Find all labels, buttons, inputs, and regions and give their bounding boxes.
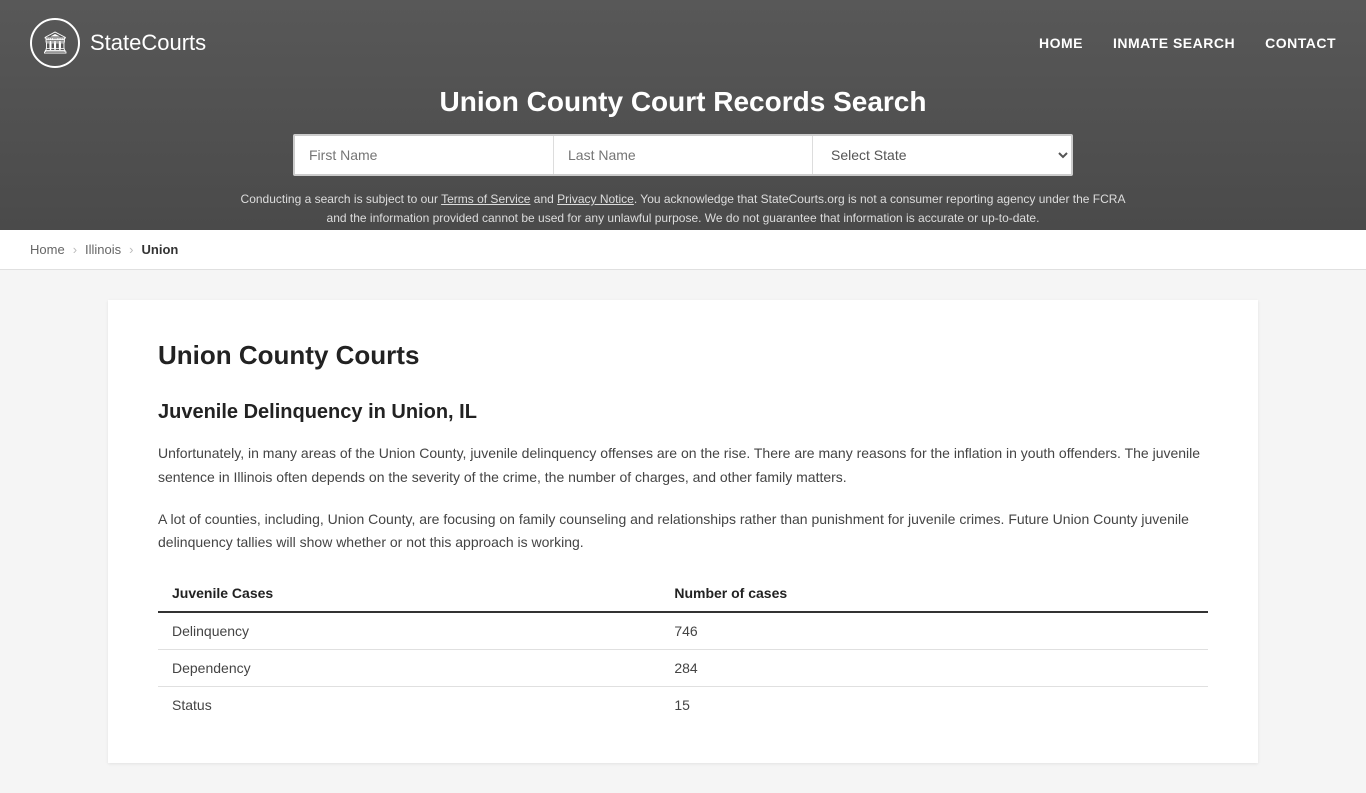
breadcrumb: Home › Illinois › Union	[0, 230, 1366, 270]
case-type: Delinquency	[158, 612, 660, 650]
table-col2-header: Number of cases	[660, 575, 1208, 612]
table-row: Delinquency 746	[158, 612, 1208, 650]
case-count: 284	[660, 650, 1208, 687]
logo-text: StateCourts	[90, 30, 206, 56]
table-row: Dependency 284	[158, 650, 1208, 687]
breadcrumb-county: Union	[142, 242, 179, 257]
breadcrumb-sep-1: ›	[73, 242, 77, 257]
header-content: Union County Court Records Search Select…	[0, 86, 1366, 230]
paragraph-1: Unfortunately, in many areas of the Unio…	[158, 442, 1208, 490]
logo-icon: 🏛	[30, 18, 80, 68]
case-count: 15	[660, 687, 1208, 724]
nav-links: HOME INMATE SEARCH CONTACT	[1039, 35, 1336, 51]
disclaimer: Conducting a search is subject to our Te…	[233, 190, 1133, 228]
terms-link[interactable]: Terms of Service	[441, 192, 530, 206]
first-name-input[interactable]	[295, 136, 554, 174]
subsection-title: Juvenile Delinquency in Union, IL	[158, 401, 1208, 424]
page-title: Union County Court Records Search	[440, 86, 927, 118]
case-count: 746	[660, 612, 1208, 650]
breadcrumb-sep-2: ›	[129, 242, 133, 257]
case-type: Status	[158, 687, 660, 724]
last-name-input[interactable]	[554, 136, 813, 174]
logo[interactable]: 🏛 StateCourts	[30, 18, 206, 68]
top-nav: 🏛 StateCourts HOME INMATE SEARCH CONTACT	[0, 0, 1366, 86]
header: 🏛 StateCourts HOME INMATE SEARCH CONTACT…	[0, 0, 1366, 230]
paragraph-2: A lot of counties, including, Union Coun…	[158, 508, 1208, 556]
nav-contact[interactable]: CONTACT	[1265, 35, 1336, 51]
state-select[interactable]: Select State Alabama Illinois Texas	[813, 136, 1071, 174]
juvenile-cases-table: Juvenile Cases Number of cases Delinquen…	[158, 575, 1208, 723]
nav-inmate-search[interactable]: INMATE SEARCH	[1113, 35, 1235, 51]
case-type: Dependency	[158, 650, 660, 687]
breadcrumb-state[interactable]: Illinois	[85, 242, 121, 257]
main-content: Union County Courts Juvenile Delinquency…	[108, 300, 1258, 763]
section-title: Union County Courts	[158, 340, 1208, 371]
privacy-link[interactable]: Privacy Notice	[557, 192, 634, 206]
nav-home[interactable]: HOME	[1039, 35, 1083, 51]
search-bar: Select State Alabama Illinois Texas	[293, 134, 1073, 176]
table-row: Status 15	[158, 687, 1208, 724]
table-col1-header: Juvenile Cases	[158, 575, 660, 612]
breadcrumb-home[interactable]: Home	[30, 242, 65, 257]
